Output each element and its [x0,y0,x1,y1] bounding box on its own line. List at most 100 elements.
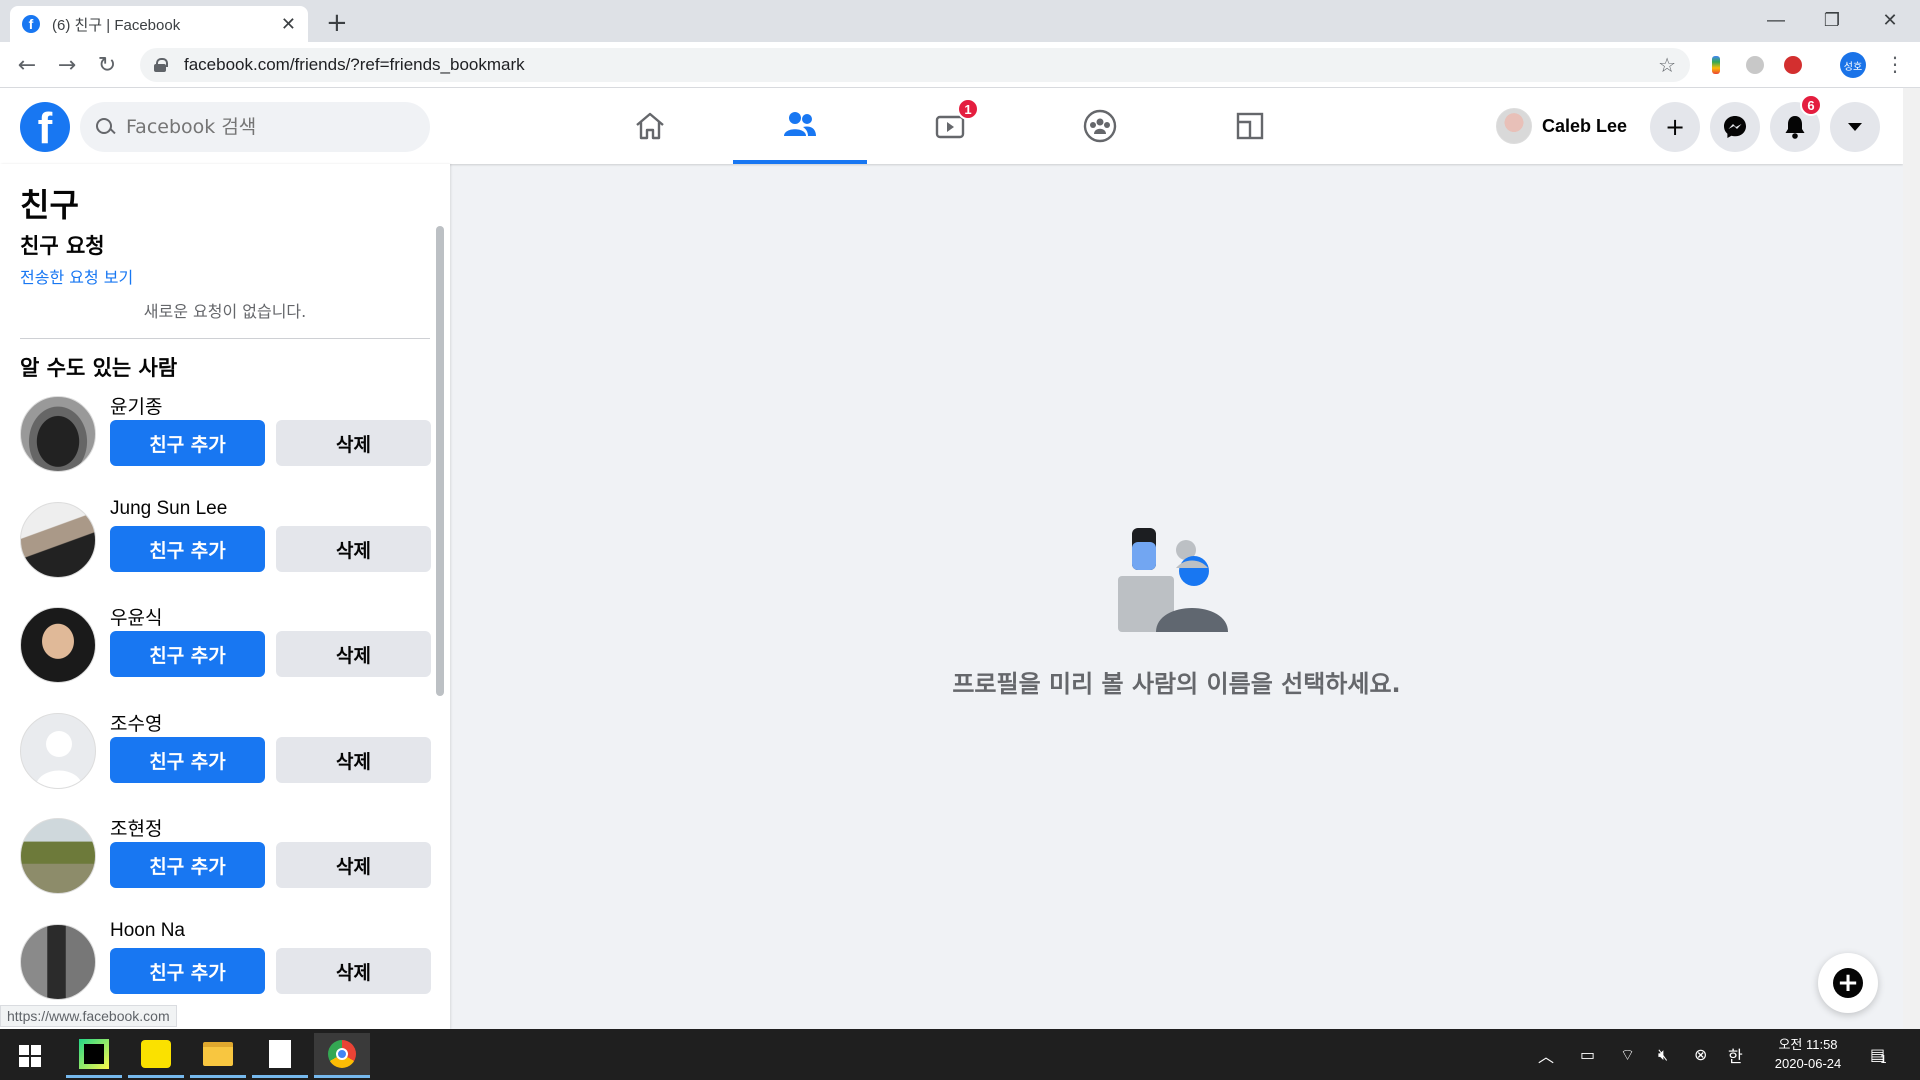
taskbar-file-explorer[interactable] [190,1033,246,1078]
add-friend-button[interactable]: 친구 추가 [110,737,265,783]
friend-requests-heading: 친구 요청 [20,234,105,258]
nav-gaming-tab[interactable] [1183,88,1317,164]
suggestion-item[interactable]: 윤기종 친구 추가 삭제 [20,396,431,486]
lock-icon[interactable] [154,58,168,72]
browser-tabstrip: f (6) 친구 | Facebook ✕ + ― ❐ ✕ [0,0,1920,42]
show-hidden-icons[interactable]: ︿ [1538,1029,1554,1080]
page-scrollbar[interactable] [1903,88,1920,1029]
gaming-icon [1236,112,1264,140]
delete-button[interactable]: 삭제 [276,631,431,677]
person-name[interactable]: 조수영 [110,709,162,736]
facebook-logo-icon[interactable]: f [20,102,70,152]
sidebar-scrollbar[interactable] [436,226,444,696]
suggestion-item[interactable]: 우윤식 친구 추가 삭제 [20,607,431,697]
add-friend-button[interactable]: 친구 추가 [110,526,265,572]
search-box[interactable] [80,102,430,152]
suggestions-heading: 알 수도 있는 사람 [20,356,178,380]
suggestion-item[interactable]: 조수영 친구 추가 삭제 [20,713,431,803]
nav-home-tab[interactable] [583,88,717,164]
no-requests-text: 새로운 요청이 없습니다. [143,302,307,321]
create-button[interactable]: + [1650,102,1700,152]
add-friend-button[interactable]: 친구 추가 [110,842,265,888]
person-name[interactable]: 윤기종 [110,392,162,419]
plus-icon: + [1664,113,1686,141]
messenger-icon [1724,116,1746,138]
volume-muted-icon[interactable]: 🔇︎ [1658,1029,1668,1080]
chrome-menu-icon[interactable]: ⋮ [1885,52,1905,76]
avatar[interactable] [20,818,96,894]
add-friend-button[interactable]: 친구 추가 [110,948,265,994]
chrome-profile-avatar[interactable]: 성호 [1840,52,1866,78]
windows-logo-icon [19,1044,41,1067]
browser-tab[interactable]: f (6) 친구 | Facebook ✕ [10,6,308,42]
delete-button[interactable]: 삭제 [276,420,431,466]
new-tab-button[interactable]: + [326,8,348,38]
account-menu-button[interactable] [1830,102,1880,152]
taskbar-chrome[interactable] [314,1033,370,1078]
friends-illustration-icon [1118,528,1228,632]
profile-preview-area: 프로필을 미리 볼 사람의 이름을 선택하세요. [450,164,1903,1029]
suggestion-item[interactable]: 조현정 친구 추가 삭제 [20,818,431,908]
person-name[interactable]: 조현정 [110,814,162,841]
ime-indicator[interactable]: 한 [1728,1029,1743,1080]
minimize-button[interactable]: ― [1748,2,1804,38]
restore-button[interactable]: ❐ [1804,2,1860,38]
avatar[interactable] [20,607,96,683]
folder-icon [203,1042,233,1066]
reload-button[interactable]: ↻ [92,50,122,80]
battery-icon[interactable]: ▭ [1580,1029,1595,1080]
nav-friends-tab[interactable] [733,88,867,164]
delete-button[interactable]: 삭제 [276,526,431,572]
search-input[interactable] [126,116,406,138]
profile-button[interactable]: Caleb Lee [1496,106,1627,146]
start-button[interactable] [2,1033,58,1078]
delete-button[interactable]: 삭제 [276,948,431,994]
bookmark-star-icon[interactable]: ☆ [1658,53,1676,77]
link-status-bubble: https://www.facebook.com [0,1005,177,1027]
browser-toolbar: ← → ↻ facebook.com/friends/?ref=friends_… [0,42,1920,88]
suggestion-item[interactable]: Jung Sun Lee 친구 추가 삭제 [20,498,431,592]
new-message-button[interactable]: + [1818,953,1878,1013]
status-x-icon[interactable]: ⊗ [1694,1029,1707,1080]
taskbar-kakaotalk[interactable] [128,1033,184,1078]
person-name[interactable]: 우윤식 [110,603,162,630]
suggestion-item[interactable]: Hoon Na 친구 추가 삭제 [20,920,431,1014]
extension-mouse-icon[interactable] [1746,56,1764,74]
user-avatar [1496,108,1532,144]
extension-red-icon[interactable] [1784,56,1802,74]
friends-icon [784,112,816,136]
add-friend-button[interactable]: 친구 추가 [110,631,265,677]
sent-requests-link[interactable]: 전송한 요청 보기 [20,264,133,288]
action-center-icon[interactable]: ▤ 1 [1870,1029,1887,1080]
taskbar-pycharm[interactable] [66,1033,122,1078]
groups-icon [1083,109,1117,143]
empty-state-text: 프로필을 미리 볼 사람의 이름을 선택하세요. [952,670,1401,698]
delete-button[interactable]: 삭제 [276,737,431,783]
notifications-badge: 6 [1800,94,1822,116]
default-avatar-icon[interactable] [20,713,96,789]
nav-watch-tab[interactable]: 1 [883,88,1017,164]
avatar[interactable] [20,924,96,1000]
avatar[interactable] [20,396,96,472]
document-icon [269,1040,291,1068]
taskbar-notepad[interactable] [252,1033,308,1078]
home-icon [636,112,664,140]
system-clock[interactable]: 오전 11:58 2020-06-24 [1758,1035,1858,1073]
network-icon[interactable]: ⌔ [1620,1029,1635,1080]
close-window-button[interactable]: ✕ [1862,2,1918,38]
extension-pencil-icon[interactable] [1712,56,1720,74]
messenger-button[interactable] [1710,102,1760,152]
friends-sidebar: 친구 친구 요청 전송한 요청 보기 새로운 요청이 없습니다. 알 수도 있는… [0,164,450,1029]
person-name[interactable]: Hoon Na [110,920,185,942]
delete-button[interactable]: 삭제 [276,842,431,888]
url-text[interactable]: facebook.com/friends/?ref=friends_bookma… [184,55,525,75]
address-bar[interactable]: facebook.com/friends/?ref=friends_bookma… [140,48,1690,82]
add-friend-button[interactable]: 친구 추가 [110,420,265,466]
person-name[interactable]: Jung Sun Lee [110,498,227,520]
nav-groups-tab[interactable] [1033,88,1167,164]
close-tab-icon[interactable]: ✕ [281,14,296,35]
notifications-button[interactable]: 6 [1770,94,1822,152]
forward-button[interactable]: → [52,50,82,80]
avatar[interactable] [20,502,96,578]
back-button[interactable]: ← [12,50,42,80]
